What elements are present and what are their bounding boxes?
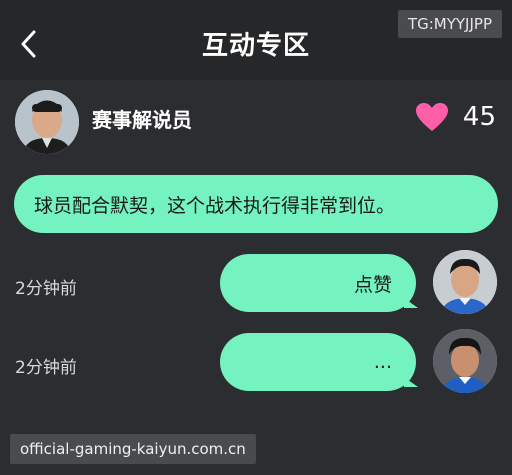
- commentator-avatar[interactable]: [15, 90, 79, 154]
- post-header: 赛事解说员 45: [0, 84, 512, 160]
- reply-bubble-tail: [404, 298, 418, 308]
- watermark-bottom: official-gaming-kaiyun.com.cn: [10, 434, 256, 464]
- reply-row: 2分钟前 点赞: [0, 250, 512, 324]
- reply-avatar[interactable]: [433, 329, 497, 393]
- reply-time: 2分钟前: [15, 358, 77, 378]
- heart-icon: [415, 103, 448, 131]
- commentator-message: 球员配合默契，这个战术执行得非常到位。: [14, 175, 498, 233]
- header-bar: 互动专区 TG:MYYJJPP: [0, 0, 512, 80]
- commentator-name: 赛事解说员: [92, 108, 192, 132]
- reply-bubble-tail: [404, 377, 418, 387]
- reply-bubble: ...: [220, 333, 416, 391]
- reply-bubble: 点赞: [220, 254, 416, 312]
- like-button[interactable]: 45: [415, 102, 496, 132]
- reply-time: 2分钟前: [15, 279, 77, 299]
- reply-avatar[interactable]: [433, 250, 497, 314]
- reply-row: 2分钟前 ...: [0, 329, 512, 403]
- like-count: 45: [462, 102, 496, 132]
- watermark-top: TG:MYYJJPP: [397, 10, 502, 38]
